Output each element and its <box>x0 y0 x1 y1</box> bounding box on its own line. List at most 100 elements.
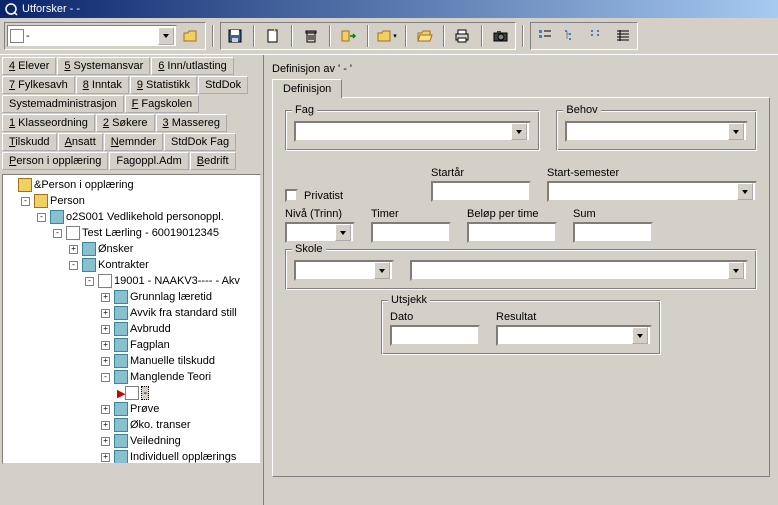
label-sum: Sum <box>573 208 653 220</box>
tree-item[interactable]: +Avvik fra standard still <box>5 305 258 321</box>
nav-button[interactable]: 8 Inntak <box>76 76 129 94</box>
view4-button[interactable] <box>611 25 635 47</box>
nav-button[interactable]: 7 Fylkesavh <box>2 76 75 94</box>
nav-button[interactable]: 5 Systemansvar <box>57 57 150 75</box>
tree-toggle[interactable]: + <box>101 357 110 366</box>
tree-toggle[interactable]: - <box>85 277 94 286</box>
view3-button[interactable] <box>585 25 609 47</box>
startsem-select[interactable] <box>547 181 757 202</box>
timer-input[interactable] <box>371 222 451 243</box>
nav-button[interactable]: F Fagskolen <box>125 95 200 113</box>
tree-toggle[interactable]: - <box>101 373 110 382</box>
nav-button[interactable]: 9 Statistikk <box>130 76 197 94</box>
startar-input[interactable] <box>431 181 531 202</box>
label-startsem: Start-semester <box>547 167 757 179</box>
nav-button[interactable]: StdDok <box>198 76 248 94</box>
tree-item[interactable]: +Fagplan <box>5 337 258 353</box>
toolbar-combo[interactable]: - <box>7 25 177 47</box>
tree-icon <box>114 306 128 320</box>
view2-button[interactable] <box>559 25 583 47</box>
tree-toggle[interactable]: - <box>21 197 30 206</box>
nav-button[interactable]: 3 Massereg <box>156 114 227 132</box>
nav-button[interactable]: Tilskudd <box>2 133 57 151</box>
niva-select[interactable] <box>285 222 355 243</box>
tree-icon <box>18 178 32 192</box>
nav-button[interactable]: Person i opplæring <box>2 152 108 170</box>
nav-button[interactable]: Systemadministrasjon <box>2 95 124 113</box>
dato-input[interactable] <box>390 325 480 346</box>
folder-open-button[interactable] <box>179 25 203 47</box>
tree-toggle[interactable]: + <box>101 405 110 414</box>
tree-icon <box>114 450 128 464</box>
nav-button[interactable]: Ansatt <box>58 133 103 151</box>
tree-toggle[interactable]: + <box>101 421 110 430</box>
sum-input[interactable] <box>573 222 653 243</box>
tree-toggle[interactable]: + <box>101 309 110 318</box>
tree-toggle[interactable]: + <box>101 293 110 302</box>
tree-toggle[interactable]: + <box>69 245 78 254</box>
open-button[interactable]: ▾ <box>375 25 399 47</box>
label-niva: Nivå (Trinn) <box>285 208 355 220</box>
tab-definisjon[interactable]: Definisjon <box>272 79 342 98</box>
belop-input[interactable] <box>467 222 557 243</box>
tree-icon <box>114 418 128 432</box>
tree-item[interactable]: +Manuelle tilskudd <box>5 353 258 369</box>
tree-item[interactable]: +Øko. transer <box>5 417 258 433</box>
nav-button[interactable]: Nemnder <box>104 133 163 151</box>
tree-item[interactable]: +Individuell opplærings <box>5 449 258 464</box>
tree-icon <box>82 242 96 256</box>
tree-item[interactable]: -Kontrakter <box>5 257 258 273</box>
skole-select1[interactable] <box>294 260 394 281</box>
nav-buttons: 4 Elever5 Systemansvar6 Inn/utlasting 7 F… <box>0 55 263 172</box>
tree-toggle[interactable]: + <box>101 453 110 462</box>
nav-button[interactable]: Fagoppl.Adm <box>109 152 188 170</box>
tree-item[interactable]: +Grunnlag læretid <box>5 289 258 305</box>
print-button[interactable] <box>451 25 475 47</box>
tree-toggle[interactable]: - <box>69 261 78 270</box>
new-button[interactable] <box>261 25 285 47</box>
nav-button[interactable]: 1 Klasseordning <box>2 114 95 132</box>
left-panel: 4 Elever5 Systemansvar6 Inn/utlasting 7 F… <box>0 55 264 505</box>
nav-button[interactable]: Bedrift <box>190 152 236 170</box>
tree-item[interactable]: -Person <box>5 193 258 209</box>
nav-button[interactable]: StdDok Fag <box>164 133 236 151</box>
tree-icon <box>114 338 128 352</box>
tree-item[interactable]: -o2S001 Vedlikehold personoppl. <box>5 209 258 225</box>
tree-item[interactable]: +Veiledning <box>5 433 258 449</box>
resultat-select[interactable] <box>496 325 652 346</box>
privatist-checkbox[interactable] <box>285 189 298 202</box>
tree-toggle[interactable]: - <box>53 229 62 238</box>
label-startar: Startår <box>431 167 531 179</box>
tree-item[interactable]: +Prøve <box>5 401 258 417</box>
tree-item[interactable]: +Avbrudd <box>5 321 258 337</box>
label-belop: Beløp per time <box>467 208 557 220</box>
fag-select[interactable] <box>294 121 531 142</box>
camera-button[interactable] <box>489 25 513 47</box>
nav-button[interactable]: 6 Inn/utlasting <box>151 57 234 75</box>
behov-select[interactable] <box>565 121 748 142</box>
skole-select2[interactable] <box>410 260 748 281</box>
definition-title: Definisjon av ' - ' <box>272 59 770 79</box>
tree-item[interactable]: &Person i opplæring <box>5 177 258 193</box>
delete-button[interactable] <box>299 25 323 47</box>
tree-toggle[interactable]: + <box>101 325 110 334</box>
tree-item[interactable]: ▶ - <box>5 385 258 401</box>
tree-item[interactable]: +Ønsker <box>5 241 258 257</box>
nav-button[interactable]: 4 Elever <box>2 57 56 75</box>
tree-view[interactable]: &Person i opplæring-Person-o2S001 Vedlik… <box>2 174 261 464</box>
nav-button[interactable]: 2 Søkere <box>96 114 155 132</box>
tree-item[interactable]: -19001 - NAAKV3---- - Akv <box>5 273 258 289</box>
tree-toggle[interactable]: + <box>101 341 110 350</box>
dropdown-arrow[interactable] <box>158 27 174 45</box>
label-timer: Timer <box>371 208 451 220</box>
tree-toggle[interactable]: + <box>101 437 110 446</box>
tree-item[interactable]: -Test Lærling - 60019012345 <box>5 225 258 241</box>
view1-button[interactable] <box>533 25 557 47</box>
tree-icon <box>114 322 128 336</box>
save-button[interactable] <box>223 25 247 47</box>
tree-icon <box>82 258 96 272</box>
tree-toggle[interactable]: - <box>37 213 46 222</box>
open2-button[interactable] <box>413 25 437 47</box>
exit-button[interactable] <box>337 25 361 47</box>
tree-item[interactable]: -Manglende Teori <box>5 369 258 385</box>
